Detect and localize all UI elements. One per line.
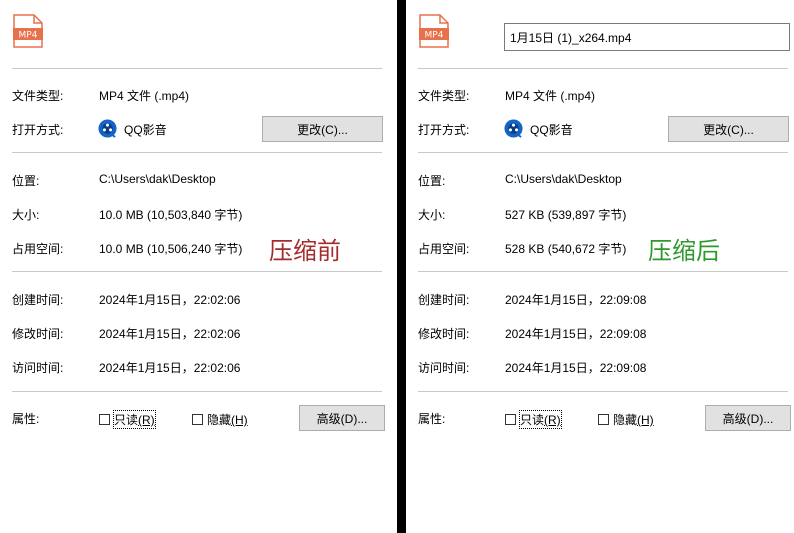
- hidden-key: (H): [637, 413, 654, 427]
- open-with-app: QQ影音: [530, 123, 573, 137]
- qq-player-icon: [98, 119, 117, 138]
- open-with-label: 打开方式:: [418, 123, 470, 137]
- size-label: 大小:: [418, 208, 446, 222]
- size-on-disk-label: 占用空间:: [12, 242, 64, 256]
- modified-label: 修改时间:: [12, 327, 64, 341]
- hidden-checkbox[interactable]: [192, 414, 203, 425]
- created-label: 创建时间:: [418, 293, 470, 307]
- location-value: C:\Users\dak\Desktop: [99, 172, 216, 186]
- accessed-label: 访问时间:: [418, 361, 470, 375]
- modified-value: 2024年1月15日，22:09:08: [505, 327, 647, 341]
- readonly-checkbox-label[interactable]: 只读(R): [113, 410, 156, 429]
- hidden-checkbox[interactable]: [598, 414, 609, 425]
- annotation-before: 压缩前: [269, 237, 341, 265]
- mp4-icon-label: MP4: [19, 31, 38, 41]
- created-label: 创建时间:: [12, 293, 64, 307]
- separator: [12, 152, 382, 153]
- accessed-label: 访问时间:: [12, 361, 64, 375]
- readonly-key: (R): [544, 413, 561, 427]
- file-type-value: MP4 文件 (.mp4): [505, 89, 596, 103]
- readonly-text: 只读: [520, 413, 545, 427]
- size-on-disk-value: 10.0 MB (10,506,240 字节): [99, 242, 243, 256]
- change-button[interactable]: 更改(C)...: [262, 116, 383, 142]
- properties-panel-before: MP4 文件类型: MP4 文件 (.mp4) 打开方式: QQ影音 更改(C)…: [0, 0, 397, 533]
- hidden-checkbox-label[interactable]: 隐藏(H): [613, 411, 654, 428]
- location-value: C:\Users\dak\Desktop: [505, 172, 622, 186]
- separator: [418, 271, 788, 272]
- size-on-disk-label: 占用空间:: [418, 242, 470, 256]
- separator: [418, 391, 788, 392]
- hidden-text: 隐藏: [613, 413, 638, 427]
- attributes-label: 属性:: [12, 412, 40, 426]
- advanced-button[interactable]: 高级(D)...: [705, 405, 791, 431]
- separator: [418, 152, 788, 153]
- readonly-key: (R): [138, 413, 155, 427]
- size-on-disk-value: 528 KB (540,672 字节): [505, 242, 627, 256]
- qq-player-icon: [504, 119, 523, 138]
- readonly-checkbox[interactable]: [505, 414, 516, 425]
- file-type-label: 文件类型:: [418, 89, 470, 103]
- created-value: 2024年1月15日，22:09:08: [505, 293, 647, 307]
- mp4-icon-label: MP4: [425, 31, 444, 41]
- open-with-app: QQ影音: [124, 123, 167, 137]
- accessed-value: 2024年1月15日，22:09:08: [505, 361, 647, 375]
- mp4-file-icon: MP4: [13, 14, 43, 48]
- attributes-label: 属性:: [418, 412, 446, 426]
- file-type-value: MP4 文件 (.mp4): [99, 89, 190, 103]
- readonly-checkbox[interactable]: [99, 414, 110, 425]
- separator: [12, 391, 382, 392]
- size-label: 大小:: [12, 208, 40, 222]
- modified-label: 修改时间:: [418, 327, 470, 341]
- readonly-checkbox-label[interactable]: 只读(R): [519, 410, 562, 429]
- created-value: 2024年1月15日，22:02:06: [99, 293, 241, 307]
- open-with-label: 打开方式:: [12, 123, 64, 137]
- file-name-input[interactable]: 1月15日 (1)_x264.mp4: [504, 23, 790, 51]
- panel-divider: [397, 0, 406, 533]
- separator: [12, 271, 382, 272]
- location-label: 位置:: [418, 174, 446, 188]
- mp4-file-icon: MP4: [419, 14, 449, 48]
- annotation-after: 压缩后: [648, 237, 720, 265]
- separator: [418, 68, 788, 69]
- file-type-label: 文件类型:: [12, 89, 64, 103]
- hidden-key: (H): [231, 413, 248, 427]
- properties-panel-after: MP4 1月15日 (1)_x264.mp4 文件类型: MP4 文件 (.mp…: [406, 0, 794, 533]
- accessed-value: 2024年1月15日，22:02:06: [99, 361, 241, 375]
- size-value: 527 KB (539,897 字节): [505, 208, 627, 222]
- advanced-button[interactable]: 高级(D)...: [299, 405, 385, 431]
- size-value: 10.0 MB (10,503,840 字节): [99, 208, 243, 222]
- modified-value: 2024年1月15日，22:02:06: [99, 327, 241, 341]
- separator: [12, 68, 382, 69]
- readonly-text: 只读: [114, 413, 139, 427]
- hidden-text: 隐藏: [207, 413, 232, 427]
- change-button[interactable]: 更改(C)...: [668, 116, 789, 142]
- hidden-checkbox-label[interactable]: 隐藏(H): [207, 411, 248, 428]
- location-label: 位置:: [12, 174, 40, 188]
